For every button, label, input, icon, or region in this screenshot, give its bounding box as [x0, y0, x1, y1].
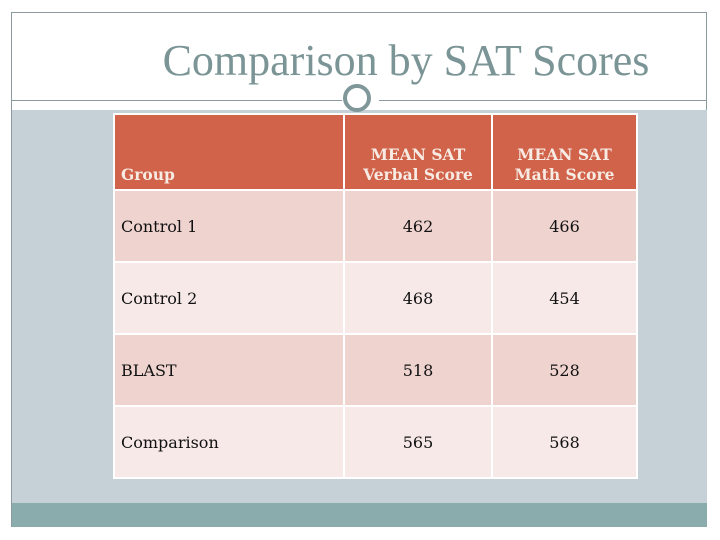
- header-math-line2: Math Score: [514, 165, 615, 184]
- table-row: Control 1 462 466: [113, 189, 638, 263]
- cell-verbal: 518: [343, 333, 493, 407]
- cell-verbal: 462: [343, 189, 493, 263]
- cell-math: 454: [491, 261, 638, 335]
- cell-math: 466: [491, 189, 638, 263]
- header-math-score: MEAN SAT Math Score: [491, 113, 638, 191]
- cell-group: Control 1: [113, 189, 345, 263]
- title-divider-right: [379, 100, 707, 101]
- header-verbal-score: MEAN SAT Verbal Score: [343, 113, 493, 191]
- header-math-line1: MEAN SAT: [517, 145, 612, 164]
- table-row: Control 2 468 454: [113, 261, 638, 335]
- cell-group: Control 2: [113, 261, 345, 335]
- cell-verbal: 468: [343, 261, 493, 335]
- cell-group: Comparison: [113, 405, 345, 479]
- footer-band: [12, 503, 707, 527]
- header-verbal-line2: Verbal Score: [363, 165, 473, 184]
- table-row: BLAST 518 528: [113, 333, 638, 407]
- sat-scores-table: Group MEAN SAT Verbal Score MEAN SAT Mat…: [113, 113, 638, 479]
- title-divider-left: [12, 100, 342, 101]
- table-row: Comparison 565 568: [113, 405, 638, 479]
- cell-math: 528: [491, 333, 638, 407]
- cell-group: BLAST: [113, 333, 345, 407]
- header-group: Group: [113, 113, 345, 191]
- ring-icon: [343, 84, 371, 112]
- header-verbal-line1: MEAN SAT: [370, 145, 466, 164]
- cell-verbal: 565: [343, 405, 493, 479]
- cell-math: 568: [491, 405, 638, 479]
- slide-title: Comparison by SAT Scores: [162, 36, 650, 85]
- table-header-row: Group MEAN SAT Verbal Score MEAN SAT Mat…: [113, 113, 638, 191]
